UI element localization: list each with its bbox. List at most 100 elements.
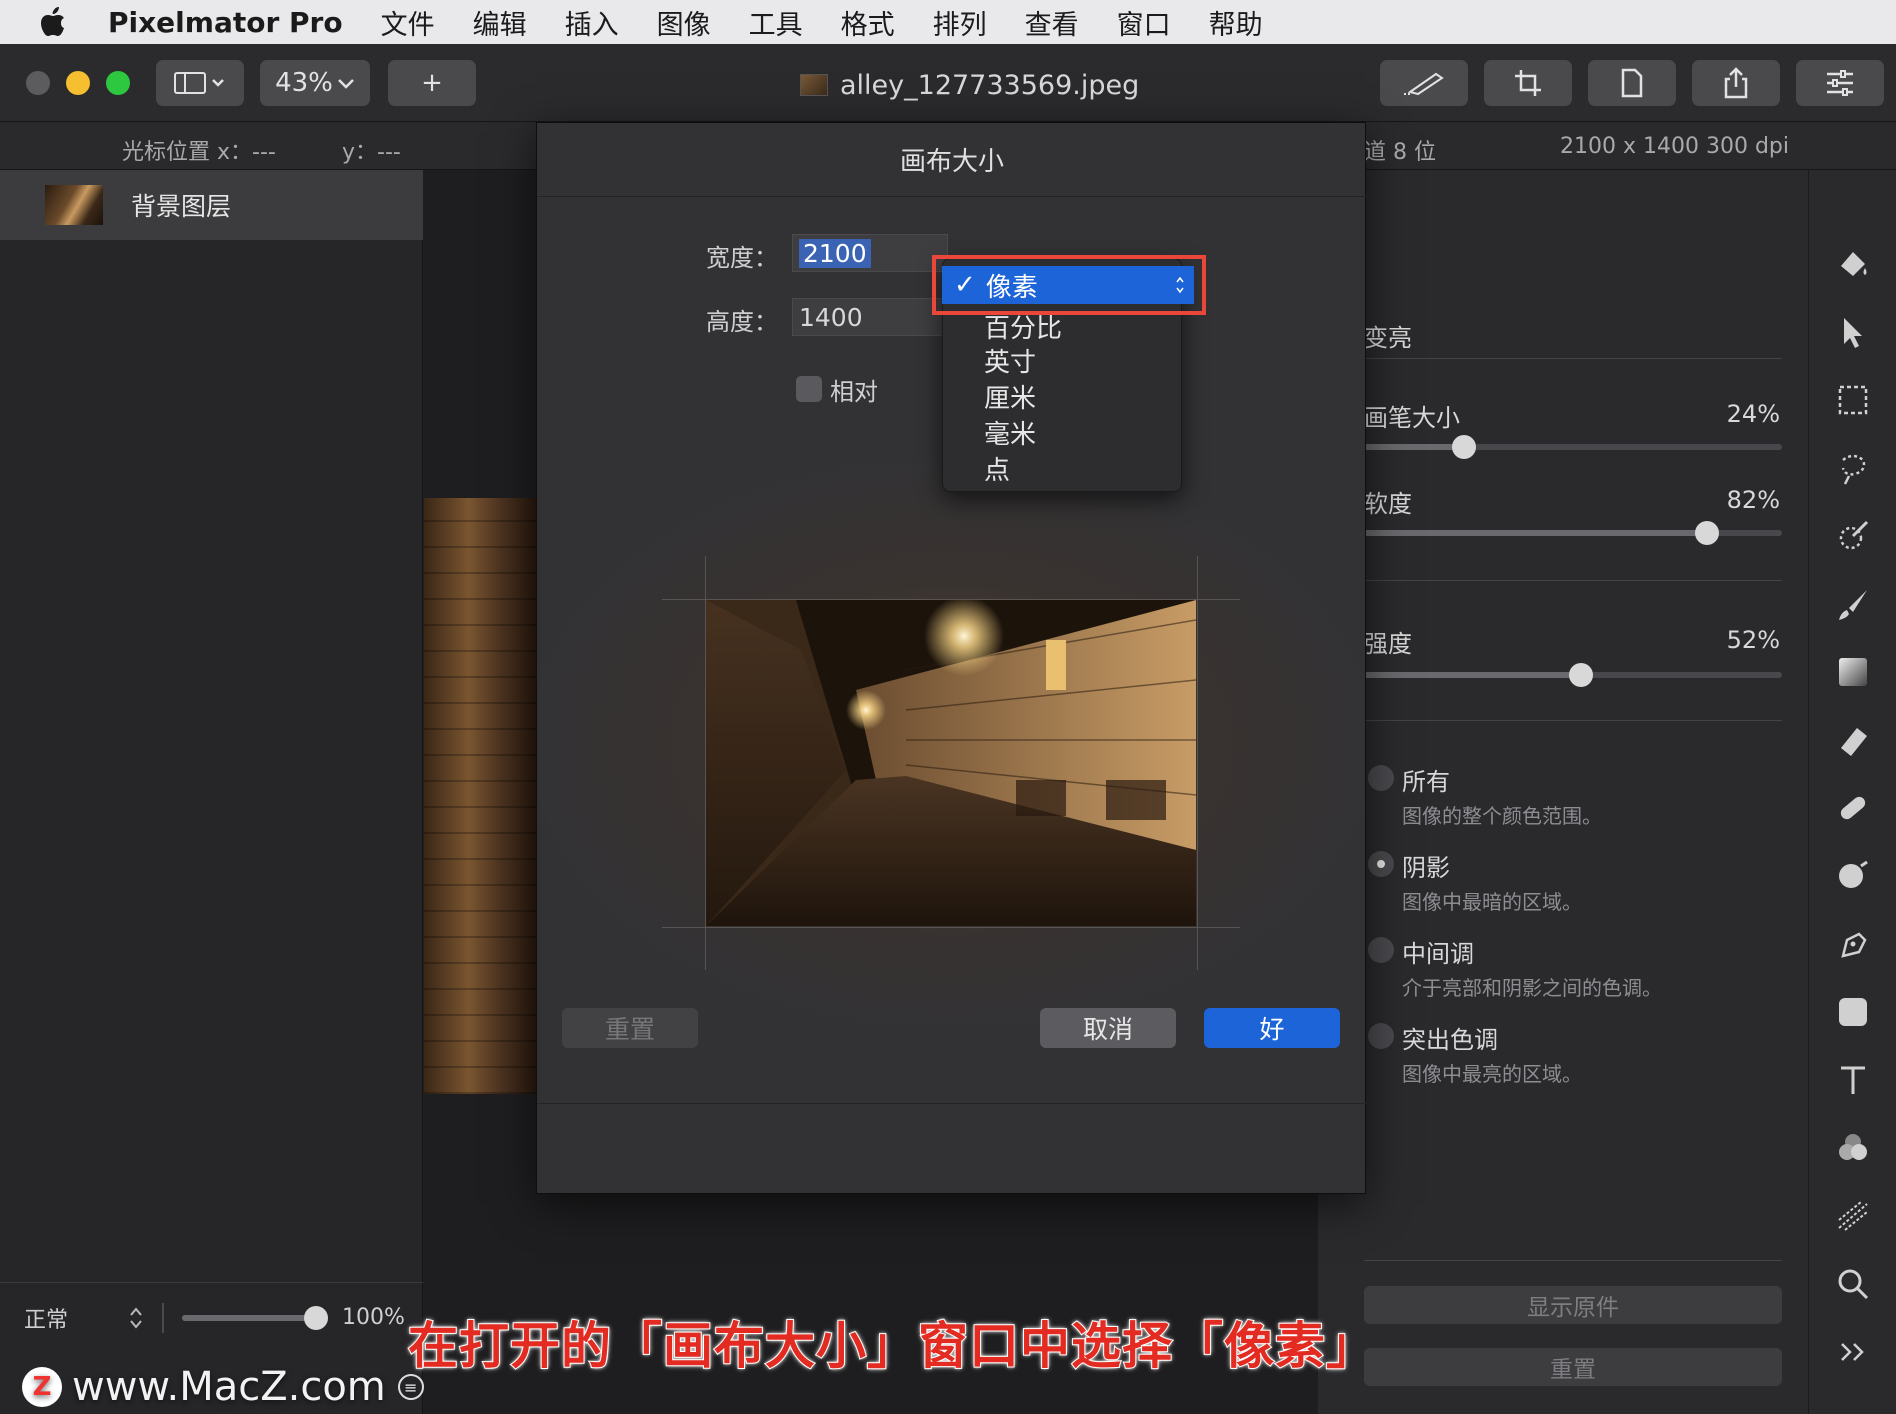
softness-slider[interactable] [1364,521,1782,545]
opacity-slider-fill [182,1315,316,1321]
color-adjust-icon[interactable] [1831,1126,1875,1170]
show-original-button[interactable]: 显示原件 [1364,1286,1782,1324]
dialog-ok-button[interactable]: 好 [1204,1008,1340,1048]
guide-line [662,927,1240,928]
guide-line [1197,556,1198,970]
opacity-slider-knob[interactable] [304,1306,328,1330]
brush-icon[interactable] [1831,582,1875,626]
menu-icon: ≡ [397,1374,424,1400]
range-all-desc: 图像的整个颜色范围。 [1402,804,1602,828]
menu-edit[interactable]: 编辑 [473,3,527,42]
layer-thumbnail [45,185,103,225]
brush-size-slider[interactable] [1364,435,1782,459]
menu-insert[interactable]: 插入 [565,3,619,42]
layer-name: 背景图层 [131,192,232,221]
repair-icon[interactable] [1831,854,1875,898]
section-divider [1364,1260,1782,1261]
menu-window[interactable]: 窗口 [1117,3,1171,42]
share-button[interactable] [1692,60,1780,106]
opacity-value: 100% [342,1305,405,1330]
bandage-icon[interactable] [1831,786,1875,830]
menu-arrange[interactable]: 排列 [933,3,987,42]
gradient-icon[interactable] [1831,650,1875,694]
zoom-value: 43% [275,68,333,98]
tools-strip [1808,170,1896,1414]
document-filename: alley_127733569.jpeg [840,69,1140,101]
eraser-icon[interactable] [1831,718,1875,762]
updown-chevron-icon[interactable] [128,1305,144,1331]
apple-icon[interactable] [40,2,80,42]
height-input[interactable]: 1400 [792,298,948,336]
sidebar-toggle-button[interactable] [156,60,244,106]
softness-fill [1364,530,1707,536]
plus-icon: + [421,68,443,98]
width-value: 2100 [799,238,871,268]
menu-tools[interactable]: 工具 [749,3,803,42]
brush-edit-icon [1404,72,1444,96]
layer-footer: 正常 100% [0,1282,423,1352]
section-divider [1364,358,1782,359]
strength-slider[interactable] [1364,663,1782,687]
close-window-button[interactable] [26,71,50,95]
layer-row[interactable]: 背景图层 [0,170,423,240]
relative-checkbox[interactable] [796,376,822,402]
magic-wand-icon[interactable] [1831,514,1875,558]
menu-image[interactable]: 图像 [657,3,711,42]
watermark-text: www.MacZ.com [72,1364,386,1410]
unit-option-point[interactable]: 点 [984,450,1010,487]
zoom-window-button[interactable] [106,71,130,95]
crop-button[interactable] [1484,60,1572,106]
range-shadows-desc: 图像中最暗的区域。 [1402,890,1582,914]
width-input[interactable]: 2100 [792,234,948,272]
document-icon [1621,68,1643,98]
chevron-down-icon [338,79,354,89]
menu-help[interactable]: 帮助 [1209,3,1263,42]
app-name-menu[interactable]: Pixelmator Pro [108,6,343,39]
dialog-cancel-button[interactable]: 取消 [1040,1008,1176,1048]
lasso-icon[interactable] [1831,446,1875,490]
opacity-slider[interactable] [182,1306,328,1330]
zoom-icon[interactable] [1831,1262,1875,1306]
menu-view[interactable]: 查看 [1025,3,1079,42]
pen-icon[interactable] [1831,922,1875,966]
range-radio-all[interactable] [1368,765,1394,791]
unit-option-mm[interactable]: 毫米 [984,414,1036,451]
brighten-label: 变亮 [1364,324,1412,352]
adjustments-button[interactable] [1796,60,1884,106]
range-midtones-desc: 介于亮部和阴影之间的色调。 [1402,976,1662,1000]
menu-format[interactable]: 格式 [841,3,895,42]
rect-select-icon[interactable] [1831,378,1875,422]
range-radio-midtones[interactable] [1368,937,1394,963]
softness-value: 82% [1726,486,1780,514]
softness-knob[interactable] [1694,521,1719,545]
arrow-icon[interactable] [1831,310,1875,354]
sliders-icon [1827,70,1853,96]
dialog-title: 画布大小 [537,123,1367,197]
unit-option-inch[interactable]: 英寸 [984,342,1036,379]
add-button[interactable]: + [388,60,476,106]
menu-bar: Pixelmator Pro 文件 编辑 插入 图像 工具 格式 排列 查看 窗… [0,0,1896,44]
canvas-image [424,498,536,1094]
shape-icon[interactable] [1831,990,1875,1034]
distort-icon[interactable] [1831,1194,1875,1238]
height-value: 1400 [799,302,863,332]
menu-file[interactable]: 文件 [381,3,435,42]
toolbar: 43% + alley_127733569.jpeg [0,44,1896,122]
paint-bucket-icon[interactable] [1831,242,1875,286]
dialog-reset-button[interactable]: 重置 [562,1008,698,1048]
range-radio-shadows[interactable] [1368,851,1394,877]
range-radio-highlights[interactable] [1368,1023,1394,1049]
panel-reset-button[interactable]: 重置 [1364,1348,1782,1386]
watermark: Z www.MacZ.com ≡ [22,1364,424,1410]
blend-mode-select[interactable]: 正常 [24,1302,68,1334]
canvas-preview-image [706,600,1196,926]
cursor-x-readout: 光标位置 x：--- [122,140,276,165]
more-icon[interactable] [1831,1330,1875,1374]
minimize-window-button[interactable] [66,71,90,95]
text-icon[interactable] [1831,1058,1875,1102]
edit-tool-button[interactable] [1380,60,1468,106]
unit-option-cm[interactable]: 厘米 [984,378,1036,415]
zoom-dropdown[interactable]: 43% [260,60,370,106]
section-divider [1364,580,1782,581]
export-file-button[interactable] [1588,60,1676,106]
